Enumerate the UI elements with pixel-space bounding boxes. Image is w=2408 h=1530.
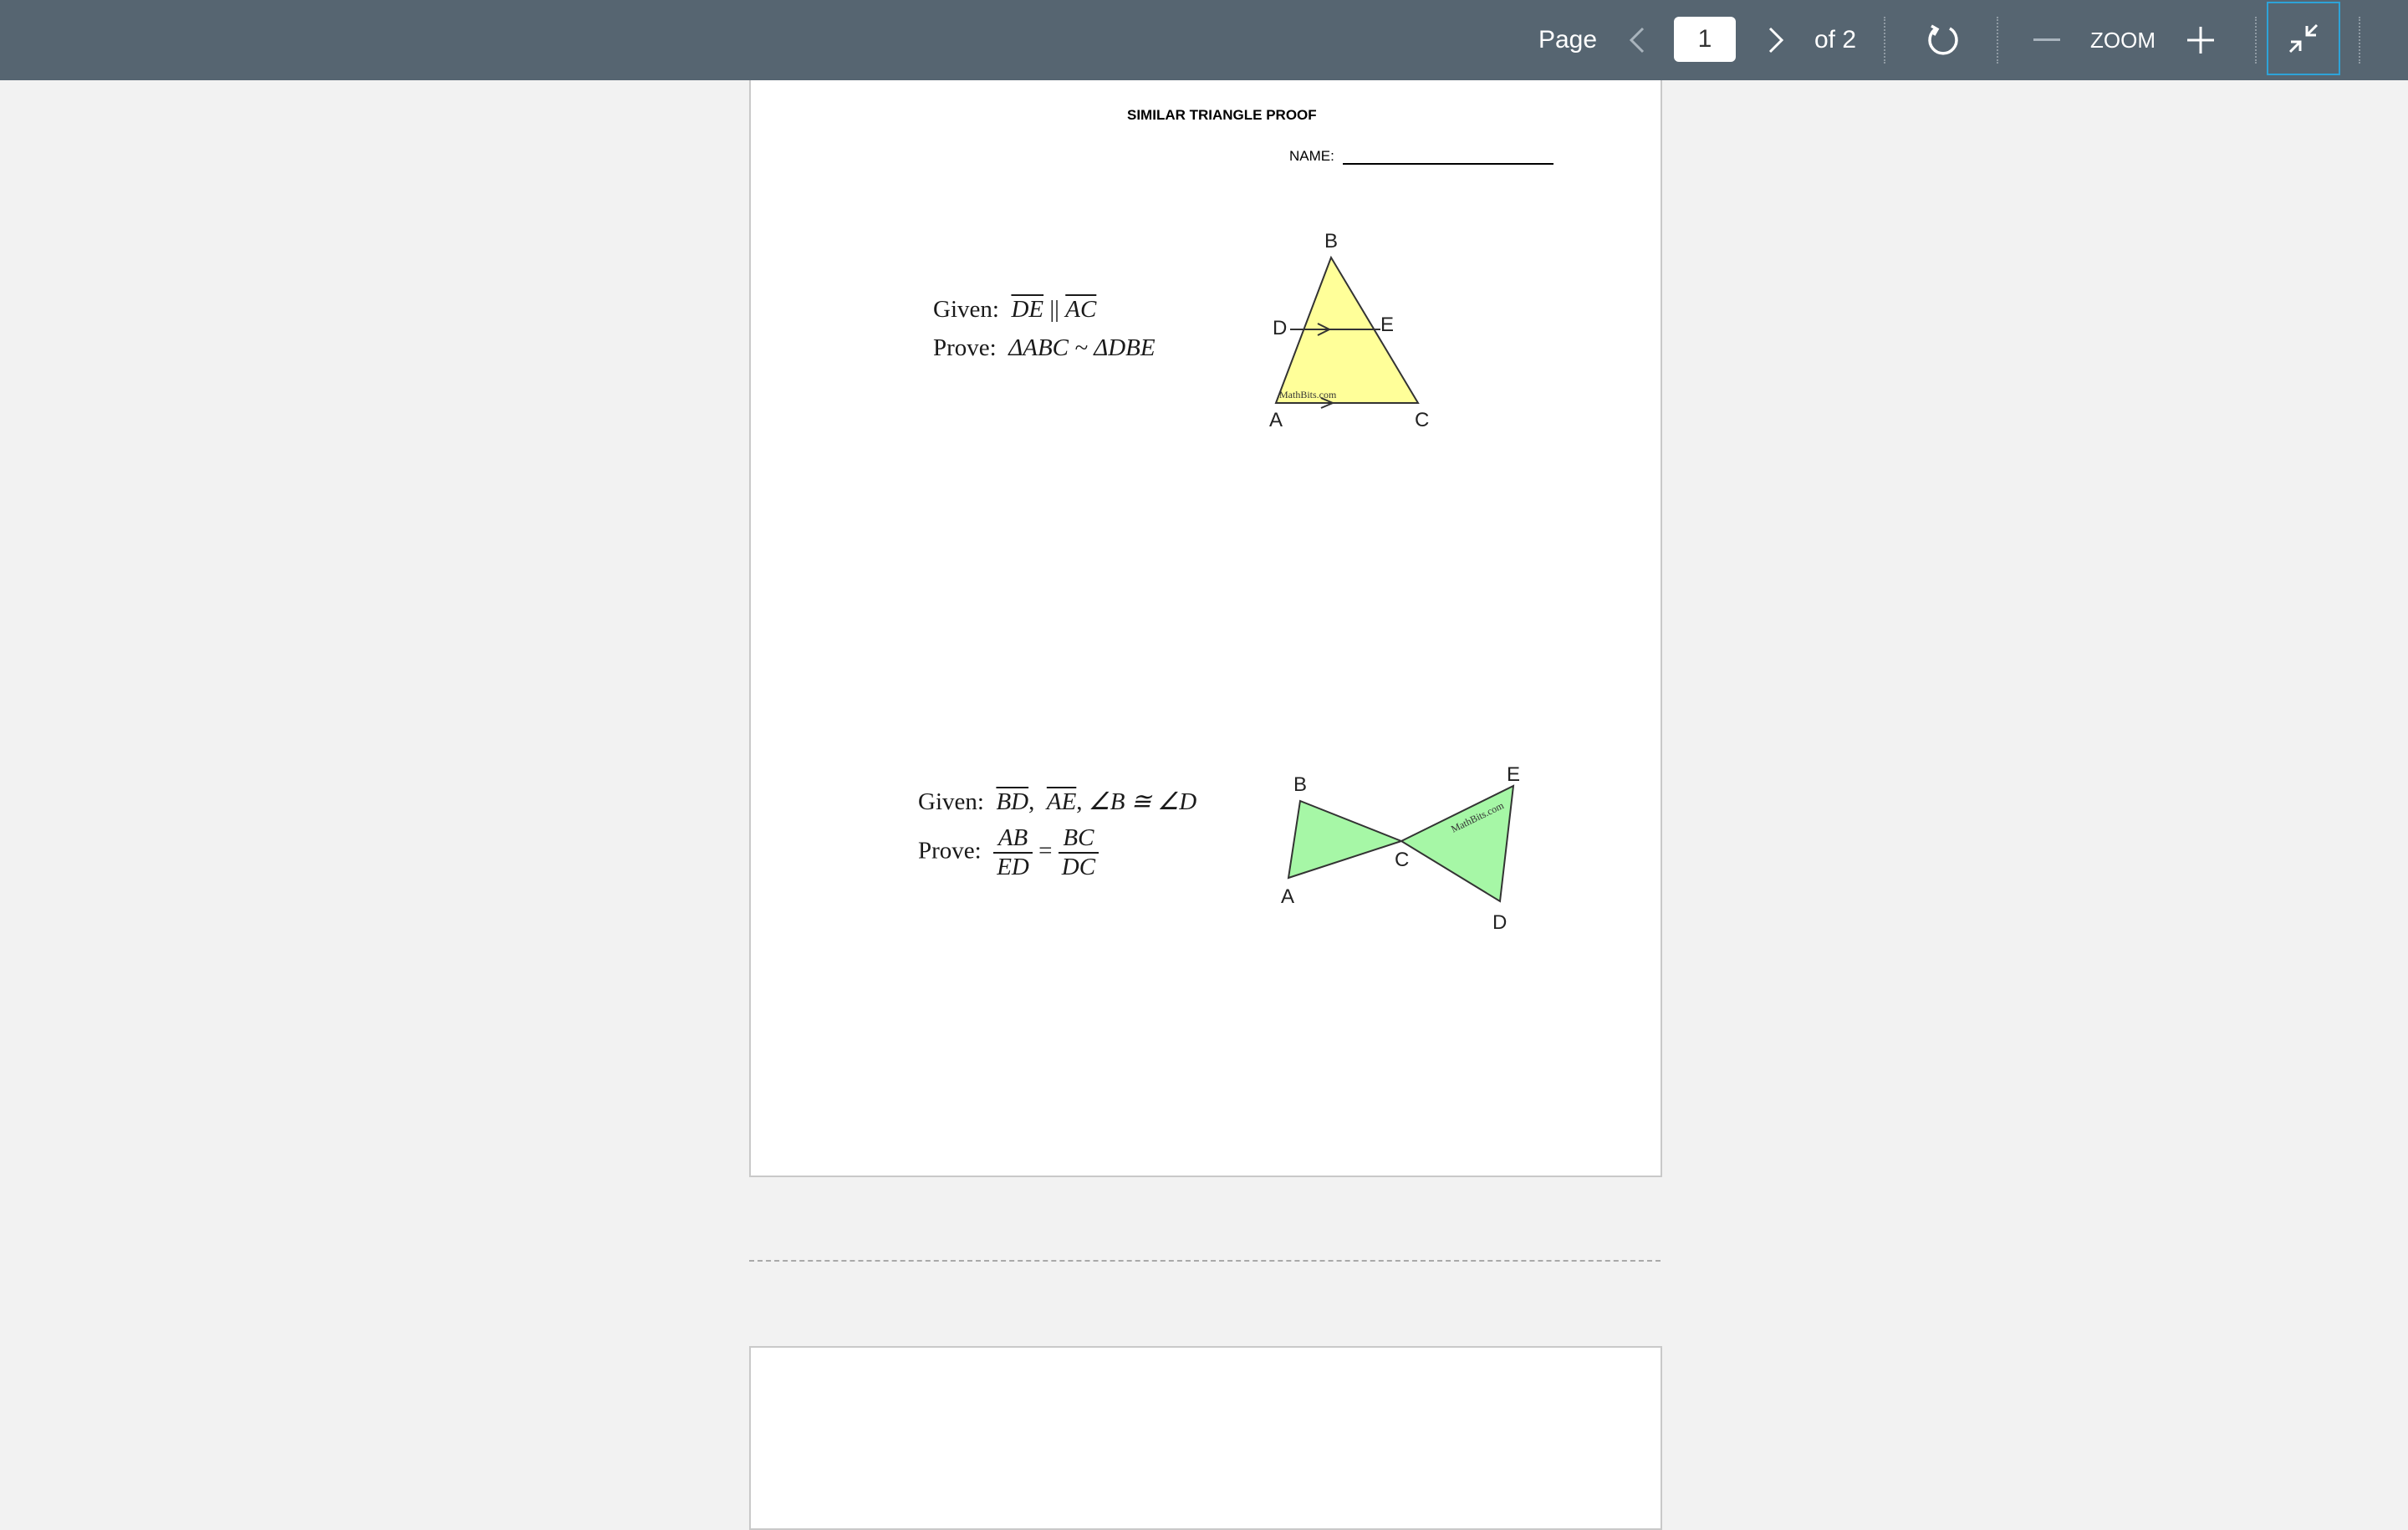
zoom-in-button[interactable] — [2182, 0, 2219, 80]
numerator: AB — [993, 824, 1033, 854]
prove-label: Prove: — [918, 837, 982, 864]
name-underline — [1343, 163, 1553, 165]
vertex-label-a: A — [1269, 409, 1283, 431]
triangle-abc — [1287, 799, 1404, 880]
prove-label: Prove: — [933, 334, 997, 361]
triangle-abc-figure: MathBits.com B D E A C — [1269, 230, 1429, 431]
previous-page-button[interactable] — [1620, 0, 1654, 80]
denominator: ED — [997, 854, 1029, 880]
problem1-prove: Prove: ΔABC ~ ΔDBE — [933, 334, 1156, 362]
segment-ac: AC — [1065, 296, 1097, 323]
fraction-ab-ed: AB ED — [993, 824, 1033, 881]
given-label: Given: — [918, 788, 984, 815]
plus-icon — [2187, 27, 2214, 54]
toolbar-divider — [2255, 17, 2257, 64]
chevron-left-icon — [1629, 27, 1645, 54]
exit-fullscreen-button[interactable] — [2267, 2, 2340, 75]
viewer-toolbar: Page of 2 ZOOM — [0, 0, 2408, 80]
vertex-label-d: D — [1273, 317, 1287, 339]
segment-bd: BD — [996, 788, 1029, 815]
toolbar-divider — [2359, 17, 2360, 64]
problem2-prove: Prove: AB ED = BC DC — [918, 824, 1099, 881]
document-page-1: SIMILAR TRIANGLE PROOF NAME: Given: DE |… — [749, 80, 1662, 1177]
vertex-label-e: E — [1380, 314, 1394, 336]
numerator: BC — [1058, 824, 1099, 854]
prove-statement: ΔABC ~ ΔDBE — [1008, 334, 1156, 361]
fraction-bc-dc: BC DC — [1058, 824, 1099, 881]
document-title: SIMILAR TRIANGLE PROOF — [1127, 107, 1317, 123]
vertex-label-c: C — [1415, 409, 1429, 431]
minus-icon — [2033, 38, 2060, 41]
page-label: Page — [1538, 26, 1598, 54]
problem2-given: Given: BD, AE, ∠B ≅ ∠D — [918, 788, 1197, 815]
segment-de: DE — [1011, 296, 1044, 323]
vertex-label-a: A — [1281, 885, 1294, 908]
zoom-out-button[interactable] — [2028, 0, 2065, 80]
zoom-label: ZOOM — [2090, 27, 2155, 53]
vertex-label-b: B — [1293, 773, 1307, 796]
next-page-button[interactable] — [1759, 0, 1793, 80]
page-number-input[interactable] — [1674, 17, 1736, 62]
vertex-label-e: E — [1507, 763, 1520, 786]
exit-fullscreen-icon — [2288, 23, 2319, 54]
given-label: Given: — [933, 296, 999, 323]
name-label: NAME: — [1289, 148, 1334, 164]
segment-ae: AE — [1046, 788, 1077, 815]
vertex-label-b: B — [1324, 230, 1338, 252]
watermark: MathBits.com — [1279, 389, 1337, 400]
denominator: DC — [1061, 854, 1096, 880]
toolbar-divider — [1884, 17, 1885, 64]
bowtie-triangles-figure: MathBits.com B E C A D — [1281, 763, 1520, 934]
chevron-right-icon — [1768, 27, 1784, 54]
page-count-label: of 2 — [1814, 26, 1857, 54]
problem1-given: Given: DE || AC — [933, 296, 1096, 324]
document-page-2 — [749, 1346, 1662, 1530]
parallel-symbol: || — [1049, 296, 1059, 323]
rotate-icon — [1928, 24, 1958, 55]
vertex-label-c: C — [1395, 849, 1409, 871]
rotate-button[interactable] — [1920, 0, 1967, 80]
equals-sign: = — [1038, 837, 1053, 864]
vertex-label-d: D — [1492, 911, 1507, 934]
page-break-divider — [749, 1260, 1661, 1262]
toolbar-divider — [1997, 17, 1998, 64]
angle-congruence: ∠B ≅ ∠D — [1088, 788, 1197, 815]
